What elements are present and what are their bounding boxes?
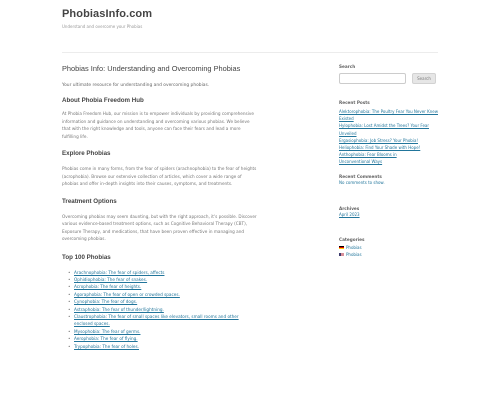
phobia-link[interactable]: Astraphobia: The fear of thunder/lightni… — [62, 306, 318, 314]
site-title[interactable]: PhobiasInfo.com — [62, 8, 442, 20]
recent-post-link[interactable]: Hylophobia: Lost Amidst the Trees? Your … — [339, 122, 439, 129]
category-link[interactable]: Phobias — [346, 244, 362, 251]
recent-comments-text: No comments to show. — [339, 179, 385, 185]
section-heading-treatment: Treatment Options — [62, 197, 117, 205]
section-text-about: At Phobia Freedom Hub, our mission is to… — [62, 110, 318, 140]
site-header: PhobiasInfo.com Understand and overcome … — [62, 8, 442, 29]
search-button[interactable]: Search — [412, 73, 436, 84]
text-line: fulfilling life. — [62, 133, 88, 139]
us-flag-icon — [339, 252, 344, 257]
search-form: Search — [339, 73, 439, 84]
text-line: various evidence-based treatment options… — [62, 221, 248, 226]
top-phobias-list: Arachnophobia: The fear of spiders, affe… — [62, 269, 318, 351]
phobia-link[interactable]: Ophidiophobia: The fear of snakes. — [62, 276, 318, 284]
main-content: Phobias Info: Understanding and Overcomi… — [62, 64, 318, 350]
text-line: Phobias come in many forms, from the fea… — [62, 166, 257, 171]
category-link[interactable]: Phobias — [346, 251, 362, 258]
search-input[interactable] — [339, 73, 406, 84]
page-title: Phobias Info: Understanding and Overcomi… — [62, 64, 241, 73]
phobia-link[interactable]: Trypophobia: The fear of holes. — [62, 343, 318, 351]
recent-post-link[interactable]: Alektorophobia: The Poultry Fear You Nev… — [339, 108, 439, 115]
recent-post-link[interactable]: Ergasiophobia: Job Stress? Your Phobia! — [339, 137, 439, 144]
recent-post-link[interactable]: Unconventional Ways — [339, 158, 439, 165]
text-line: information and guidance on understandin… — [62, 118, 250, 124]
intro-text: Your ultimate resource for understanding… — [62, 83, 210, 88]
phobia-link[interactable]: Agoraphobia: The fear of open or crowded… — [62, 291, 318, 299]
recent-post-link[interactable]: Heliophobia: Find Your Shade with Hope! — [339, 144, 439, 151]
section-text-treatment: Overcoming phobias may seem daunting, bu… — [62, 213, 318, 243]
phobia-link[interactable]: Aerophobia: The fear of flying. — [62, 335, 318, 343]
recent-posts-title: Recent Posts — [339, 100, 370, 105]
recent-post-link[interactable]: Existed — [339, 115, 439, 122]
section-heading-top-phobias: Top 100 Phobias — [62, 253, 111, 261]
phobia-link[interactable]: Acrophobia: The fear of heights. — [62, 283, 318, 291]
sidebar: Search Search Recent Posts Alektorophobi… — [339, 64, 439, 258]
phobia-link[interactable]: Cynophobia: The fear of dogs. — [62, 298, 318, 306]
site-tagline: Understand and overcome your Phobias — [62, 24, 143, 29]
section-text-explore: Phobias come in many forms, from the fea… — [62, 165, 318, 188]
category-item[interactable]: Phobias — [339, 244, 439, 251]
categories-title: Categories — [339, 236, 365, 242]
phobia-link[interactable]: Arachnophobia: The fear of spiders, affe… — [62, 269, 318, 277]
recent-post-link[interactable]: Anthophobia: Fear Blooms in — [339, 151, 439, 158]
text-line: (acrophobia). Browse our extensive colle… — [62, 173, 242, 179]
recent-post-link[interactable]: Unveiled — [339, 130, 439, 137]
phobia-link[interactable]: Mysophobia: The fear of germs. — [62, 328, 318, 336]
text-line: Overcoming phobias may seem daunting, bu… — [62, 213, 257, 219]
text-line: At Phobia Freedom Hub, our mission is to… — [62, 111, 254, 116]
section-heading-explore: Explore Phobias — [62, 150, 111, 157]
recent-posts-list: Alektorophobia: The Poultry Fear You Nev… — [339, 108, 439, 166]
text-line: Exposure Therapy, and medications, that … — [62, 228, 245, 234]
archive-link[interactable]: April 2023 — [339, 211, 439, 218]
de-flag-icon — [339, 245, 344, 250]
text-line: phobias and offer in-depth insights into… — [62, 181, 233, 186]
text-line: that with the right knowledge and tools,… — [62, 126, 241, 131]
search-widget-title: Search — [339, 64, 356, 69]
category-item[interactable]: Phobias — [339, 251, 439, 258]
text-line: overcoming phobias. — [62, 236, 106, 241]
header-divider — [62, 52, 438, 53]
section-heading-about: About Phobia Freedom Hub — [62, 97, 144, 104]
phobia-link[interactable]: Claustrophobia: The fear of small spaces… — [62, 313, 318, 328]
categories-list: Phobias Phobias — [339, 244, 439, 258]
